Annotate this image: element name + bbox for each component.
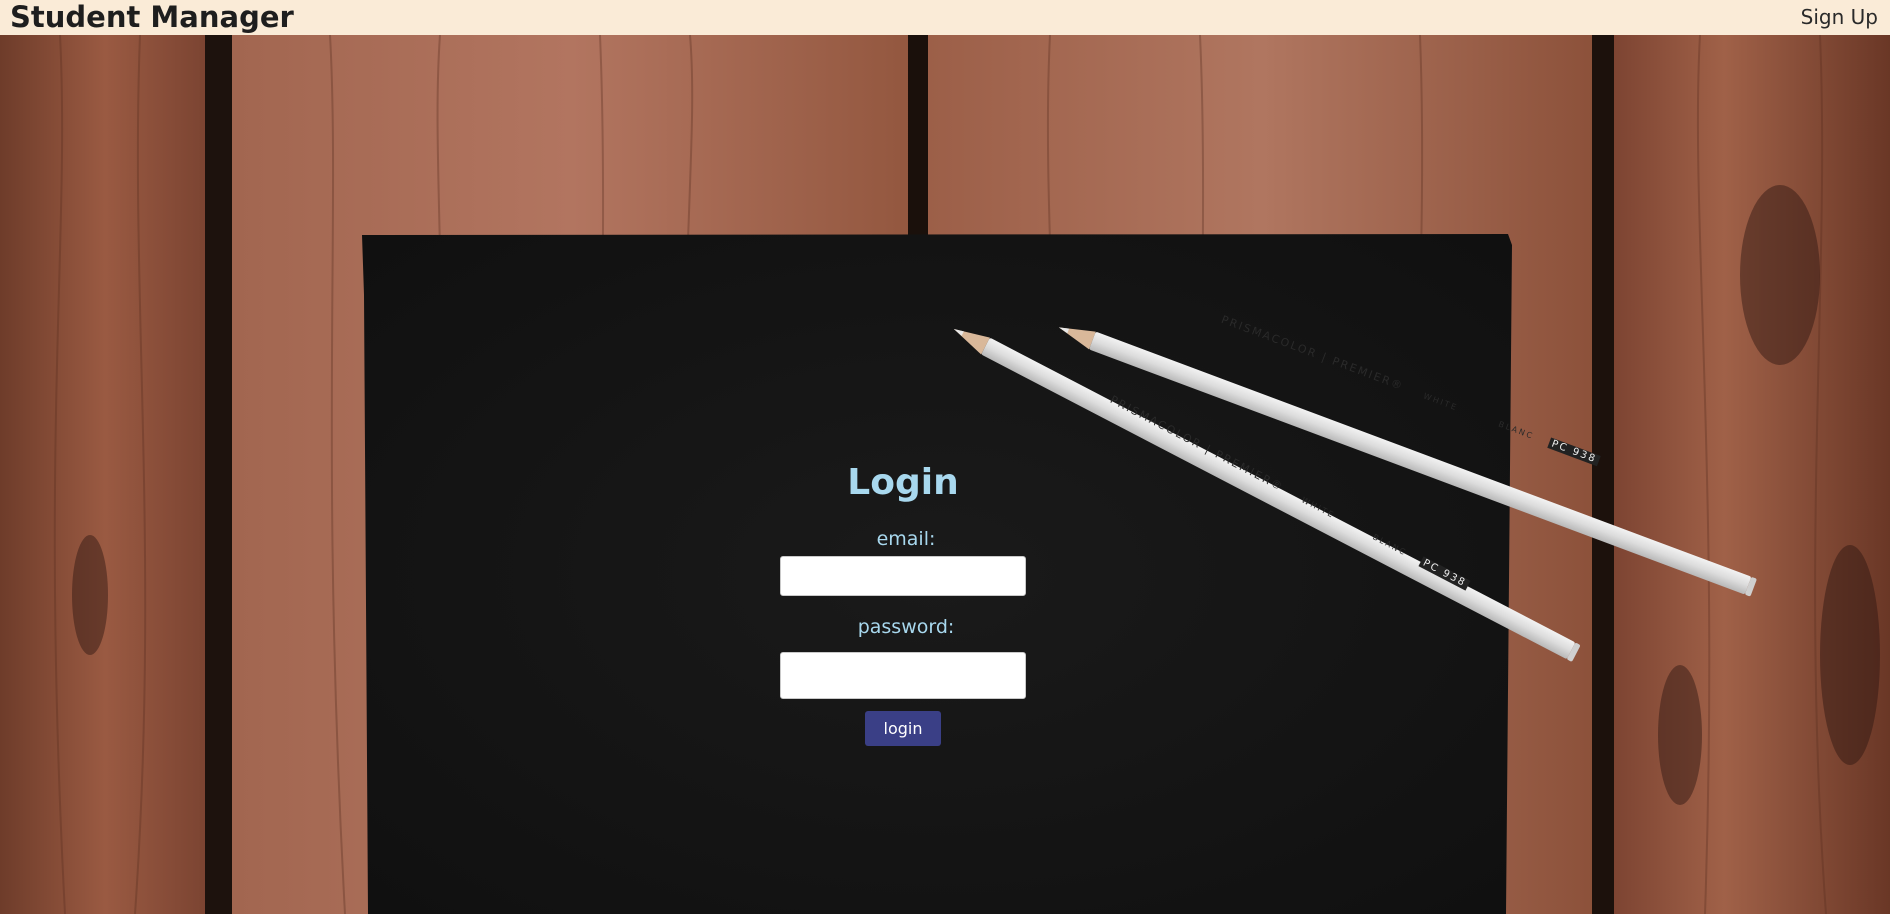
- login-heading: Login: [847, 462, 959, 503]
- signup-link[interactable]: Sign Up: [1801, 0, 1878, 35]
- email-field[interactable]: [780, 556, 1026, 596]
- app-brand[interactable]: Student Manager: [10, 0, 294, 35]
- login-button[interactable]: login: [865, 711, 941, 746]
- top-navbar: Student Manager Sign Up: [0, 0, 1890, 35]
- email-label: email:: [876, 528, 936, 550]
- password-label: password:: [857, 616, 955, 638]
- password-field[interactable]: [780, 652, 1026, 699]
